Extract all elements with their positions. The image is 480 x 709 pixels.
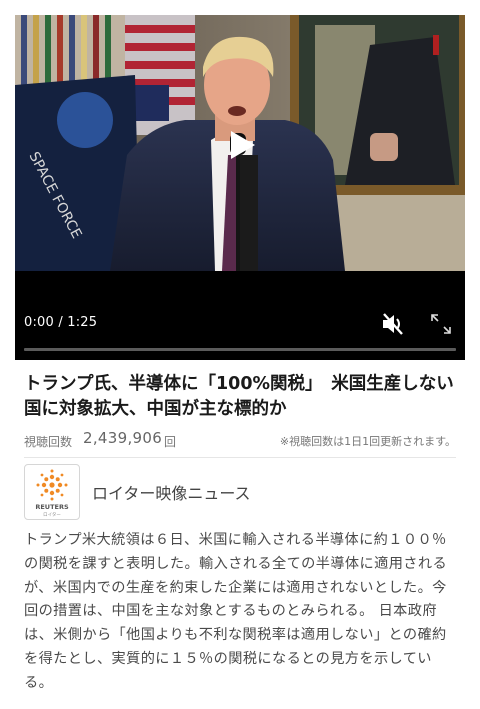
speaker-muted-icon[interactable] [380, 311, 406, 337]
reuters-logo: REUTERS ロイター [35, 469, 69, 518]
view-count-value: 2,439,906 [83, 429, 163, 447]
reuters-logo-text: REUTERS [35, 503, 69, 511]
time-display: 0:00 / 1:25 [24, 315, 98, 330]
video-frame[interactable]: SPACE FORCE [15, 15, 465, 271]
video-player[interactable]: SPACE FORCE 0:00 / 1:25 [15, 15, 465, 360]
channel-name[interactable]: ロイター映像ニュース [92, 480, 251, 504]
view-count-row: 視聴回数 2,439,906 回 ※視聴回数は1日1回更新されます。 [24, 429, 456, 450]
view-count-note: ※視聴回数は1日1回更新されます。 [279, 435, 456, 448]
view-count-unit: 回 [164, 435, 177, 449]
play-icon[interactable] [218, 123, 262, 167]
progress-bar[interactable] [24, 348, 456, 351]
channel-logo[interactable]: REUTERS ロイター [24, 464, 80, 520]
expand-icon[interactable] [428, 311, 454, 337]
view-count-label: 視聴回数 [24, 435, 73, 449]
video-description: トランプ米大統領は６日、米国に輸入される半導体に約１００％の関税を課すと表明した… [24, 532, 448, 691]
reuters-logo-subtext: ロイター [43, 511, 61, 518]
divider [24, 457, 456, 458]
video-headline: トランプ氏、半導体に「100%関税」 米国生産しない国に対象拡大、中国が主な標的… [24, 374, 454, 419]
